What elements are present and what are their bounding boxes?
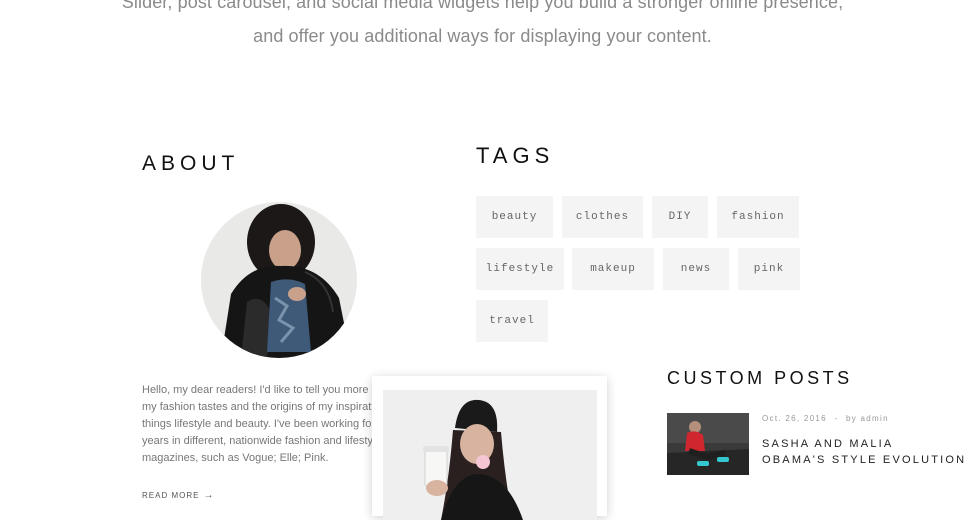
post-meta: Oct. 26, 2016 - by admin [762,414,889,423]
post-title-link[interactable]: SASHA AND MALIA OBAMA'S STYLE EVOLUTION [762,436,965,468]
tag-makeup[interactable]: makeup [572,248,654,290]
custom-posts-heading: CUSTOM POSTS [667,368,853,388]
featured-image-card [372,376,607,520]
intro-text-line-2: and offer you additional ways for displa… [253,26,712,46]
tag-travel[interactable]: travel [476,300,548,342]
tag-lifestyle[interactable]: lifestyle [476,248,564,290]
read-more-label: READ MORE [142,491,200,500]
about-text-line: magazines, such as Vogue; Elle; Pink. [142,452,329,464]
about-text-line: Hello, my dear readers! I'd like to tell… [142,384,374,396]
about-avatar [201,202,357,358]
tag-news[interactable]: news [663,248,729,290]
tag-clothes[interactable]: clothes [562,196,643,238]
tag-beauty[interactable]: beauty [476,196,553,238]
post-author: by admin [845,414,889,423]
tag-fashion[interactable]: fashion [717,196,799,238]
about-text-line: years in different, nationwide fashion a… [142,435,374,447]
about-text-line: my fashion tastes and the origins of my … [142,401,374,413]
post-meta-separator: - [834,414,839,423]
post-title-line-2: OBAMA'S STYLE EVOLUTION [762,454,965,466]
post-date: Oct. 26, 2016 [762,414,827,423]
read-more-link[interactable]: READ MORE → [142,490,214,501]
tags-heading: TAGS [476,143,555,168]
arrow-right-icon: → [203,490,215,501]
tag-pink[interactable]: pink [738,248,800,290]
post-thumbnail[interactable] [667,413,749,475]
post-title-line-1: SASHA AND MALIA [762,438,894,450]
about-heading: ABOUT [142,152,240,175]
tag-diy[interactable]: DIY [652,196,708,238]
featured-photo [383,390,597,520]
intro-text-line-1: Slider, post carousel, and social media … [121,0,844,12]
about-text-line: things lifestyle and beauty. I've been w… [142,418,374,430]
about-text: Hello, my dear readers! I'd like to tell… [142,382,374,467]
